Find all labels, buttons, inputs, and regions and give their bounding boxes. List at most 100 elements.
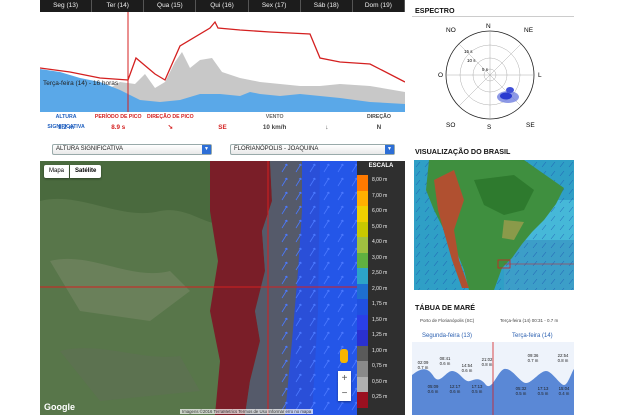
tide-high: 02:09 0.7 m (414, 360, 432, 370)
ring-label: 10 s (467, 58, 476, 63)
tide-height: 0.4 m (558, 391, 570, 396)
location-select-value: FLORIANÓPOLIS - JOAQUINA (234, 146, 319, 152)
variable-select[interactable]: ALTURA SIGNIFICATIVA ▼ (52, 144, 212, 155)
scale-label: 1,25 m (372, 332, 388, 338)
map-type-satellite-button[interactable]: Satélite (70, 165, 102, 178)
scale-label: 2,00 m (372, 285, 388, 292)
tide-high: 21:02 0.8 m (478, 357, 496, 367)
scale-swatch (357, 314, 368, 330)
reading-periodo: PERÍODO DE PICO 8.9 s (92, 112, 144, 136)
tide-height: 0.6 m (427, 389, 439, 394)
scale-label: 0,25 m (372, 394, 388, 400)
google-logo: Google (44, 402, 75, 412)
scale-row: 1,75 m (357, 299, 405, 315)
tide-high: 22:54 0.8 m (554, 353, 572, 363)
scale-swatch (357, 252, 368, 268)
scale-label: 7,00 m (372, 192, 388, 199)
scale-title: ESCALA (368, 163, 394, 169)
scale-label: 5,00 m (372, 223, 388, 230)
spectrum-plot: NO N NE O L SO S SE 15 s 10 s 5 s (438, 23, 542, 131)
day-label[interactable]: Ter (14) (92, 0, 145, 12)
map-type-map-button[interactable]: Mapa (44, 165, 70, 178)
day-label[interactable]: Sex (17) (249, 0, 301, 12)
reading-value: N (376, 124, 382, 131)
zoom-control: + − (338, 371, 351, 401)
day-label[interactable]: Dom (19) (353, 0, 405, 12)
tide-height: 0.5 m (515, 391, 527, 396)
tide-high: 09:36 0.7 m (524, 353, 542, 363)
forecast-chart[interactable]: Seg (13) Ter (14) Qua (15) Qui (16) Sex … (40, 0, 405, 112)
scale-label: 0,50 m (372, 378, 388, 385)
scale-swatch (357, 299, 368, 315)
tide-height: 0.6 m (461, 368, 473, 373)
tide-low: 15:04 0.4 m (555, 386, 573, 396)
espectro-panel: NO N NE O L SO S SE 15 s 10 s 5 s (412, 16, 574, 134)
scale-swatch (357, 345, 368, 361)
scale-row: 1,25 m (357, 330, 405, 346)
tide-low: 12:17 0.6 m (446, 384, 464, 394)
scale-row: 2,50 m (357, 268, 405, 284)
scale-swatch (357, 237, 368, 253)
scale-row: 4,00 m (357, 237, 405, 253)
pegman-icon[interactable] (340, 349, 348, 363)
scale-swatch (357, 330, 368, 346)
tide-height: 0.5 m (537, 391, 549, 396)
reading-label: DIREÇÃO DE PICO (147, 114, 194, 120)
tide-height: 0.7 m (527, 358, 539, 363)
tide-high: 08:41 0.6 m (436, 356, 454, 366)
reading-label: PERÍODO DE PICO (94, 114, 142, 120)
day-header: Seg (13) Ter (14) Qua (15) Qui (16) Sex … (40, 0, 405, 12)
chart-note: Terça-feira (14) - 16 horas (43, 80, 119, 87)
reading-altura: ALTURA SIGNIFICATIVA 1.2 m (40, 112, 92, 136)
scale-swatch (357, 361, 368, 377)
scale-row: 0,75 m (357, 361, 405, 377)
zoom-in-button[interactable]: + (338, 371, 351, 386)
scale-row: 1,50 m (357, 314, 405, 330)
wave-chart-plot (40, 12, 405, 112)
scale-swatch (357, 175, 368, 191)
scale-row: 1,00 m (357, 345, 405, 361)
scale-row: 7,00 m (357, 190, 405, 206)
tide-low: 17:13 0.5 m (468, 384, 486, 394)
variable-select-value: ALTURA SIGNIFICATIVA (56, 146, 124, 152)
scale-label: 2,50 m (372, 270, 388, 276)
tide-height: 0.8 m (557, 358, 569, 363)
map-credit[interactable]: Imagens ©2016 TerraMetrics Termos de Uso… (180, 409, 314, 414)
day-label[interactable]: Qua (15) (144, 0, 197, 12)
tide-height: 0.6 m (449, 389, 461, 394)
zoom-out-button[interactable]: − (338, 386, 351, 401)
brasil-title: VISUALIZAÇÃO DO BRASIL (415, 147, 511, 156)
ring-label: 5 s (482, 67, 489, 72)
chevron-down-icon: ▼ (202, 145, 211, 154)
tide-height: 0.7 m (417, 365, 429, 370)
tide-high: 14:54 0.6 m (458, 363, 476, 373)
tide-height: 0.6 m (439, 361, 451, 366)
location-select[interactable]: FLORIANÓPOLIS - JOAQUINA ▼ (230, 144, 395, 155)
scale-swatch (357, 268, 368, 284)
day-label[interactable]: Seg (13) (40, 0, 93, 12)
mare-title: TÁBUA DE MARÉ (415, 303, 476, 312)
dir-label-s: S (487, 124, 492, 131)
map-imagery (40, 161, 357, 415)
map-view[interactable]: Mapa Satélite + − Google Imagens ©2016 T… (40, 161, 357, 415)
scale-label: 8,00 m (372, 177, 388, 183)
mare-panel[interactable]: Porto de Florianópolis (SC) Terça-feira … (412, 315, 574, 415)
scale-label: 0,75 m (372, 363, 388, 369)
reading-direcao-arrow: DIREÇÃO DE PICO ➘ (144, 112, 196, 136)
reading-value: 8.9 s (111, 124, 126, 131)
dir-label-l: L (538, 72, 542, 79)
scale-label: 1,00 m (372, 347, 388, 354)
ring-label: 15 s (464, 49, 473, 54)
reading-wind-dir: DIREÇÃO N (353, 112, 405, 136)
day-label[interactable]: Sáb (18) (301, 0, 353, 12)
day-label[interactable]: Qui (16) (196, 0, 249, 12)
scale-swatch (357, 190, 368, 206)
tide-low: 05:32 0.5 m (512, 386, 530, 396)
brasil-map[interactable] (414, 160, 574, 290)
scale-label: 1,50 m (372, 316, 388, 323)
tide-height: 0.8 m (481, 362, 493, 367)
reading-value: 10 km/h (262, 124, 287, 131)
reading-label (301, 112, 353, 122)
reading-direcao: SE (196, 112, 248, 136)
scale-row: 0,50 m (357, 376, 405, 392)
